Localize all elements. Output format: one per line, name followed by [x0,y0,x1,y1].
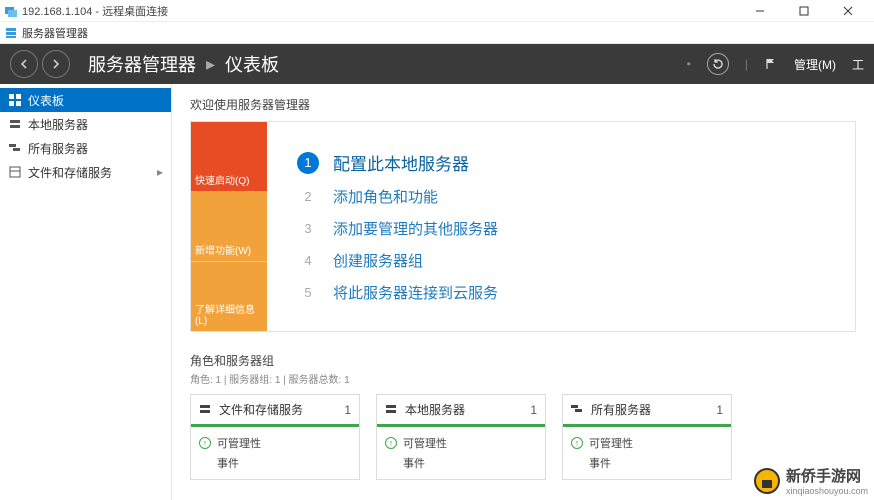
nav-back-button[interactable] [10,50,38,78]
status-ok-icon: ↑ [199,437,211,449]
tile-manageability: 可管理性 [589,435,633,451]
step-number: 4 [297,249,319,271]
step-number: 1 [297,152,319,174]
app-menubar: 服务器管理器 [0,22,874,44]
step-label: 添加要管理的其他服务器 [333,218,498,239]
tile-title: 本地服务器 [405,401,465,418]
rdp-titlebar: 192.168.1.104 - 远程桌面连接 [0,0,874,22]
step-number: 3 [297,217,319,239]
step-add-servers[interactable]: 3 添加要管理的其他服务器 [297,217,825,239]
server-icon [8,117,22,131]
step-label: 将此服务器连接到云服务 [333,282,498,303]
watermark: 新侨手游网 xinqiaoshouyou.com [754,465,868,496]
step-add-roles[interactable]: 2 添加角色和功能 [297,185,825,207]
header-bar: 服务器管理器 ▸ 仪表板 • | 管理(M) 工 [0,44,874,84]
step-create-group[interactable]: 4 创建服务器组 [297,249,825,271]
rdp-title: 192.168.1.104 - 远程桌面连接 [22,3,168,19]
window-close-button[interactable] [826,0,870,22]
tile-file-storage[interactable]: 文件和存储服务 1 ↑ 可管理性 事件 [190,394,360,480]
window-maximize-button[interactable] [782,0,826,22]
sidebar-item-local-server[interactable]: 本地服务器 [0,112,171,136]
flag-icon[interactable] [764,57,778,71]
tile-count: 1 [530,403,537,417]
step-configure-local[interactable]: 1 配置此本地服务器 [297,150,825,175]
sidebar-item-label: 文件和存储服务 [28,164,112,181]
tab-quickstart[interactable]: 快速启动(Q) [191,122,267,191]
tile-events: 事件 [589,455,611,471]
rdp-icon [4,4,18,18]
main-content: 欢迎使用服务器管理器 快速启动(Q) 新增功能(W) 了解详细信息(L) 1 配… [172,84,874,500]
step-number: 5 [297,281,319,303]
watermark-logo-icon [754,468,780,494]
step-number: 2 [297,185,319,207]
status-ok-icon: ↑ [385,437,397,449]
tile-events: 事件 [403,455,425,471]
step-label: 创建服务器组 [333,250,423,271]
nav-forward-button[interactable] [42,50,70,78]
tile-local-server[interactable]: 本地服务器 1 ↑ 可管理性 事件 [376,394,546,480]
storage-icon [199,403,213,417]
refresh-button[interactable] [707,53,729,75]
sidebar-item-all-servers[interactable]: 所有服务器 [0,136,171,160]
menu-tools[interactable]: 工 [852,56,864,73]
dashboard-icon [8,93,22,107]
tile-manageability: 可管理性 [403,435,447,451]
status-ok-icon: ↑ [571,437,583,449]
tab-whatsnew[interactable]: 新增功能(W) [191,191,267,260]
tile-manageability: 可管理性 [217,435,261,451]
tile-title: 所有服务器 [591,401,651,418]
watermark-url: xinqiaoshouyou.com [786,486,868,496]
menu-manage[interactable]: 管理(M) [794,56,836,73]
servers-icon [8,141,22,155]
window-minimize-button[interactable] [738,0,782,22]
tile-count: 1 [716,403,723,417]
storage-icon [8,165,22,179]
step-label: 添加角色和功能 [333,186,438,207]
sidebar: 仪表板 本地服务器 所有服务器 文件和存储服务 ▸ [0,84,172,500]
sidebar-item-label: 本地服务器 [28,116,88,133]
breadcrumb: 服务器管理器 ▸ 仪表板 [88,51,279,77]
tile-count: 1 [344,403,351,417]
roles-section-title: 角色和服务器组 [190,352,856,369]
tile-all-servers[interactable]: 所有服务器 1 ↑ 可管理性 事件 [562,394,732,480]
app-name: 服务器管理器 [22,25,88,41]
tile-title: 文件和存储服务 [219,401,303,418]
sidebar-item-label: 所有服务器 [28,140,88,157]
welcome-panel: 快速启动(Q) 新增功能(W) 了解详细信息(L) 1 配置此本地服务器 2 添… [190,121,856,332]
sidebar-item-file-storage[interactable]: 文件和存储服务 ▸ [0,160,171,184]
chevron-right-icon: ▸ [206,54,215,75]
welcome-heading: 欢迎使用服务器管理器 [190,96,856,113]
tab-learnmore[interactable]: 了解详细信息(L) [191,261,267,331]
roles-section-subtitle: 角色: 1 | 服务器组: 1 | 服务器总数: 1 [190,371,856,386]
header-divider: | [745,57,748,71]
sidebar-item-label: 仪表板 [28,92,64,109]
server-manager-icon [4,26,18,40]
servers-icon [571,403,585,417]
breadcrumb-root[interactable]: 服务器管理器 [88,51,196,77]
tile-events: 事件 [217,455,239,471]
server-icon [385,403,399,417]
watermark-name: 新侨手游网 [786,468,861,485]
breadcrumb-current: 仪表板 [225,51,279,77]
step-label: 配置此本地服务器 [333,150,469,175]
step-connect-cloud[interactable]: 5 将此服务器连接到云服务 [297,281,825,303]
chevron-right-icon: ▸ [157,165,163,179]
header-sep: • [687,57,691,71]
sidebar-item-dashboard[interactable]: 仪表板 [0,88,171,112]
